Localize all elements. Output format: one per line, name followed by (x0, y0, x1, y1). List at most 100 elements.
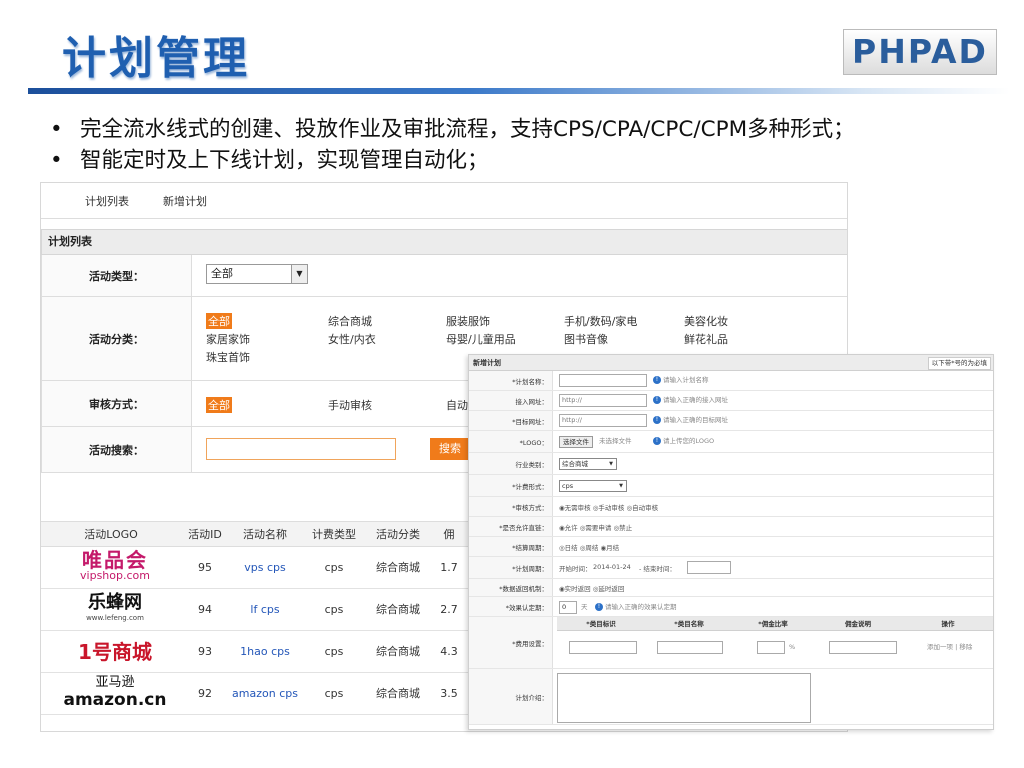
fee-col: 操作 (941, 620, 955, 628)
target-url-input[interactable]: http:// (559, 414, 647, 427)
bullet-text: 完全流水线式的创建、投放作业及审批流程，支持CPS/CPA/CPC/CPM多种形… (80, 117, 855, 142)
cell-category: 综合商城 (376, 645, 420, 658)
col-rate: 佣 (443, 528, 455, 541)
category-item[interactable]: 综合商城 (328, 313, 372, 329)
return-radio-group[interactable]: ◉实时返回 ◎延时返回 (559, 583, 624, 593)
category-item[interactable]: 手机/数码/家电 (564, 313, 637, 329)
tab-new-plan[interactable]: 新增计划 (163, 193, 207, 209)
audit-manual[interactable]: 手动审核 (328, 397, 372, 413)
cell-name-link[interactable]: vps cps (229, 547, 301, 589)
type-select-value: 全部 (211, 267, 233, 280)
fee-action-link[interactable]: 添加一项 | 移除 (927, 641, 972, 654)
lefeng-logo: 乐蜂网 www.lefeng.com (55, 592, 175, 628)
cell-id: 93 (198, 645, 212, 658)
bullet-text: 智能定时及上下线计划，实现管理自动化； (80, 148, 489, 173)
settle-radio-group[interactable]: ◎日结 ◎周结 ◉月结 (559, 542, 619, 552)
category-item[interactable]: 鲜花礼品 (684, 331, 728, 347)
fee-table-header: *类目标识 *类目名称 *佣金比率 佣金说明 操作 (557, 617, 993, 631)
hint-text: 请输入正确的效果认定期 (605, 603, 677, 611)
field-row: *费用设置： *类目标识 *类目名称 *佣金比率 佣金说明 操作 % 添加一项 … (469, 617, 993, 669)
chevron-down-icon: ▼ (609, 461, 613, 467)
search-button[interactable]: 搜索 (430, 438, 470, 460)
cell-name-link[interactable]: 1hao cps (229, 631, 301, 673)
col-billing: 计费类型 (312, 528, 356, 541)
category-item[interactable]: 家居家饰 (206, 331, 250, 347)
field-label: *费用设置： (469, 617, 553, 668)
audit-all[interactable]: 全部 (206, 397, 232, 413)
field-label: *LOGO： (469, 431, 553, 452)
search-input[interactable] (206, 438, 396, 460)
field-row: 行业类别： 综合商城 ▼ (469, 453, 993, 475)
title-underline (28, 88, 1010, 94)
entry-url-input[interactable]: http:// (559, 394, 647, 407)
cell-category: 综合商城 (376, 687, 420, 700)
field-label: *目标网址： (469, 411, 553, 430)
logo-subtext: amazon.cn (63, 690, 167, 710)
form-title: 新增计划 (473, 359, 501, 367)
hint-text: 请输入计划名称 (663, 376, 709, 384)
effect-days-input[interactable]: 0 (559, 601, 577, 614)
filter-search-label: 活动搜索： (42, 427, 192, 472)
filter-type-row: 活动类型： 全部 ▼ (41, 255, 847, 297)
plan-name-input[interactable] (559, 374, 647, 387)
category-item[interactable]: 图书音像 (564, 331, 608, 347)
direct-link-radio-group[interactable]: ◉允许 ◎需要申请 ◎禁止 (559, 522, 632, 532)
audit-radio-group[interactable]: ◉无需审核 ◎手动审核 ◎自动审核 (559, 502, 658, 512)
billing-select[interactable]: cps ▼ (559, 480, 627, 492)
col-id: 活动ID (188, 528, 222, 541)
field-row: *效果认定期： 0 天 ! 请输入正确的效果认定期 (469, 597, 993, 617)
hint-text: 请输入正确的接入网址 (663, 396, 728, 404)
info-icon: ! (653, 416, 661, 424)
logo-text: 亚马逊 (95, 675, 135, 690)
choose-file-button[interactable]: 选择文件 (559, 436, 593, 448)
info-icon: ! (595, 603, 603, 611)
period-end-label: - 结束时间： (639, 565, 676, 573)
cell-billing: cps (324, 603, 344, 616)
type-select[interactable]: 全部 ▼ (206, 264, 308, 284)
filter-type-label: 活动类型： (42, 255, 192, 296)
cell-rate: 4.3 (440, 645, 458, 658)
field-row: *计划周期： 开始时间： 2014-01-24 - 结束时间： (469, 557, 993, 579)
field-row: *计费形式： cps ▼ (469, 475, 993, 497)
audit-auto[interactable]: 自动 (446, 397, 468, 413)
category-all[interactable]: 全部 (206, 313, 232, 329)
industry-select[interactable]: 综合商城 ▼ (559, 458, 617, 470)
logo-subtext: vipshop.com (80, 569, 150, 582)
vipshop-logo: 唯品会 vipshop.com (55, 550, 175, 586)
tab-plan-list[interactable]: 计划列表 (85, 193, 129, 209)
fee-col: *类目标识 (586, 620, 616, 628)
intro-textarea[interactable] (557, 673, 811, 723)
field-hint: ! 请输入计划名称 (653, 374, 709, 387)
cell-name-link[interactable]: lf cps (229, 589, 301, 631)
form-header: 新增计划 以下带*号的为必填 (469, 355, 993, 371)
fee-code-input[interactable] (569, 641, 637, 654)
phpad-logo: PHPAD (843, 29, 997, 75)
info-icon: ! (653, 376, 661, 384)
logo-text: 唯品会 (82, 548, 148, 572)
field-row: 接入网址： http:// ! 请输入正确的接入网址 (469, 391, 993, 411)
period-start-label: 开始时间： (559, 565, 592, 573)
fee-rate-input[interactable] (757, 641, 785, 654)
hint-text: 请上传您的LOGO (663, 437, 715, 445)
field-row: *数据返回机制： ◉实时返回 ◎延时返回 (469, 579, 993, 597)
period-start-input[interactable]: 2014-01-24 (593, 563, 631, 571)
fee-desc-input[interactable] (829, 641, 897, 654)
fee-name-input[interactable] (657, 641, 723, 654)
new-plan-form-screenshot: 新增计划 以下带*号的为必填 *计划名称： ! 请输入计划名称 接入网址： htt… (468, 354, 994, 730)
cell-name-link[interactable]: amazon cps (229, 673, 301, 715)
field-label: 接入网址： (469, 391, 553, 410)
period-end-input[interactable] (687, 561, 731, 574)
field-label: *计费形式： (469, 475, 553, 496)
field-label: *效果认定期： (469, 597, 553, 616)
slide-title: 计划管理 (62, 33, 250, 84)
field-label: *计划周期： (469, 557, 553, 578)
logo-text: 1号商城 (78, 640, 152, 664)
bullet-list: • 完全流水线式的创建、投放作业及审批流程，支持CPS/CPA/CPC/CPM多种… (50, 114, 855, 176)
category-item[interactable]: 珠宝首饰 (206, 349, 250, 365)
field-label: *审核方式： (469, 497, 553, 516)
category-item[interactable]: 服装服饰 (446, 313, 490, 329)
category-item[interactable]: 美容化妆 (684, 313, 728, 329)
category-item[interactable]: 母婴/儿童用品 (446, 331, 516, 347)
category-item[interactable]: 女性/内衣 (328, 331, 376, 347)
field-row: *结算周期： ◎日结 ◎周结 ◉月结 (469, 537, 993, 557)
